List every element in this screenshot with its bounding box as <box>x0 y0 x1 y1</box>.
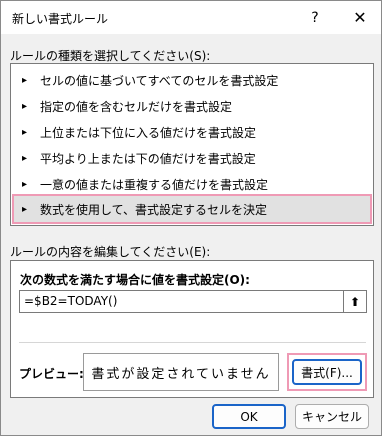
rule-type-label: ルールの種類を選択してください(S): <box>10 49 211 63</box>
help-button[interactable]: ? <box>293 1 337 34</box>
rule-edit-label: ルールの内容を編集してください(E): <box>10 245 211 259</box>
formula-input[interactable]: =$B2=TODAY() <box>19 290 351 313</box>
rule-type-item-label: 一意の値または重複する値だけを書式設定 <box>40 177 269 192</box>
rule-type-item-label: 数式を使用して、書式設定するセルを決定 <box>40 202 268 217</box>
format-preview: 書式が設定されていません <box>83 353 279 391</box>
rule-arrow-icon: ▸ <box>22 152 28 164</box>
rule-type-item[interactable]: ▸ 上位または下位に入る値だけを書式設定 <box>12 119 372 145</box>
rule-type-item-label: 指定の値を含むセルだけを書式設定 <box>40 99 233 114</box>
rule-arrow-icon: ▸ <box>22 178 28 190</box>
format-button-highlight: 書式(F)... <box>287 353 367 391</box>
formula-label: 次の数式を満たす場合に値を書式設定(O): <box>20 273 250 287</box>
rule-arrow-icon: ▸ <box>22 203 28 215</box>
cancel-button[interactable]: キャンセル <box>295 404 369 429</box>
preview-label: プレビュー: <box>19 367 84 381</box>
rule-type-item[interactable]: ▸ 指定の値を含むセルだけを書式設定 <box>12 93 372 119</box>
rule-type-item[interactable]: ▸ 平均より上または下の値だけを書式設定 <box>12 145 372 171</box>
rule-arrow-icon: ▸ <box>22 126 28 138</box>
divider <box>19 342 366 343</box>
ok-button[interactable]: OK <box>212 404 286 429</box>
rule-type-item-selected[interactable]: ▸ 数式を使用して、書式設定するセルを決定 <box>12 194 372 224</box>
collapse-dialog-icon[interactable]: ⬆ <box>343 290 367 313</box>
rule-arrow-icon: ▸ <box>22 100 28 112</box>
rule-arrow-icon: ▸ <box>22 74 28 86</box>
rule-type-item-label: 上位または下位に入る値だけを書式設定 <box>40 125 257 140</box>
format-button[interactable]: 書式(F)... <box>292 359 362 385</box>
new-formatting-rule-dialog: 新しい書式ルール ? ✕ ルールの種類を選択してください(S): ▸ セルの値に… <box>0 0 382 436</box>
rule-type-item[interactable]: ▸ セルの値に基づいてすべてのセルを書式設定 <box>12 67 372 93</box>
rule-type-item-label: 平均より上または下の値だけを書式設定 <box>40 151 256 166</box>
rule-edit-panel: 次の数式を満たす場合に値を書式設定(O): =$B2=TODAY() ⬆ プレビ… <box>10 260 374 398</box>
rule-type-list[interactable]: ▸ セルの値に基づいてすべてのセルを書式設定 ▸ 指定の値を含むセルだけを書式設… <box>10 63 374 226</box>
title-bar: 新しい書式ルール ? ✕ <box>1 1 381 34</box>
dialog-title: 新しい書式ルール <box>12 12 109 26</box>
rule-type-item-label: セルの値に基づいてすべてのセルを書式設定 <box>40 73 279 88</box>
close-button[interactable]: ✕ <box>338 1 382 34</box>
